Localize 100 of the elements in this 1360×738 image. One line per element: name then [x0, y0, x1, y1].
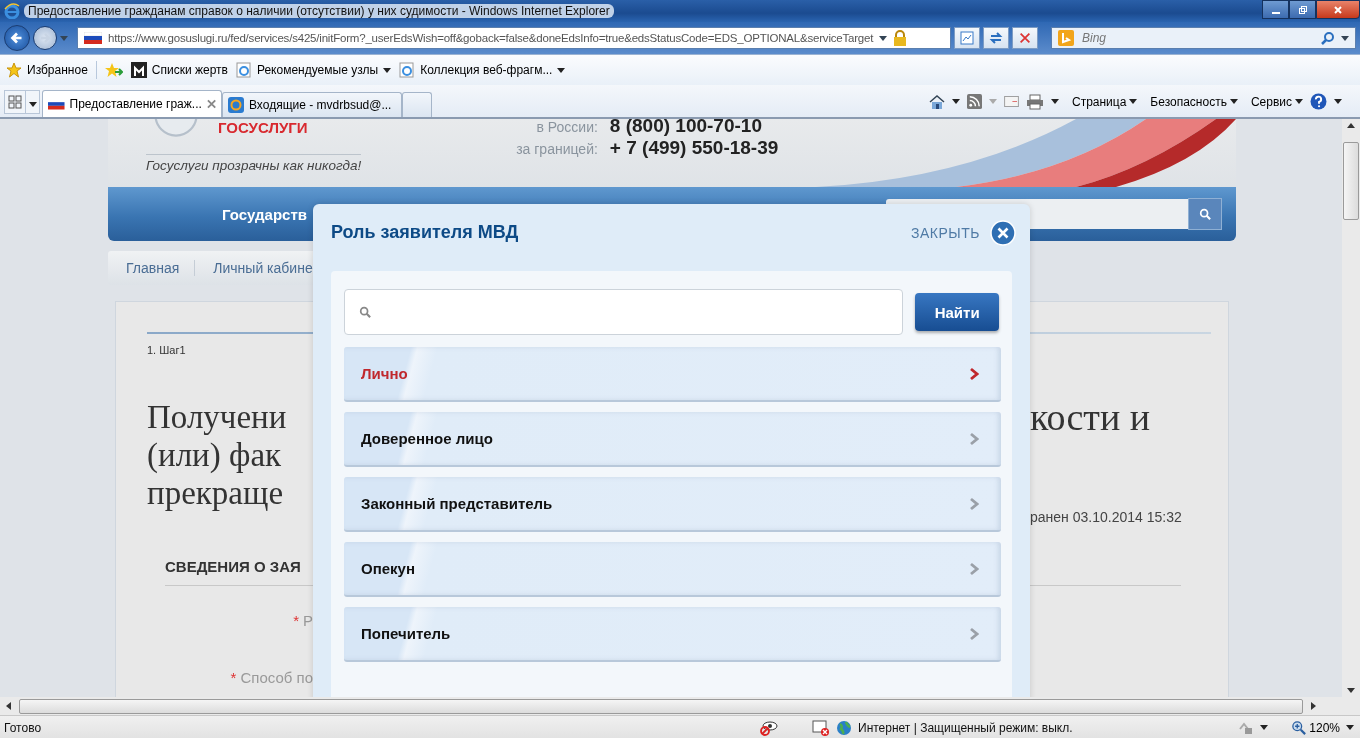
breadcrumb-link[interactable]: Главная: [108, 260, 196, 276]
step-label: 1. Шаг1: [147, 344, 187, 356]
search-icon[interactable]: [1321, 31, 1335, 45]
scroll-thumb[interactable]: [1343, 142, 1359, 220]
favorites-item[interactable]: Коллекция веб-фрагм...: [399, 62, 566, 78]
browser-logo-icon: [4, 3, 20, 19]
refresh-icon: [988, 30, 1004, 46]
printer-icon[interactable]: [1025, 93, 1044, 110]
caret-icon: [1295, 99, 1303, 104]
field-label: Способ по: [240, 669, 313, 686]
close-link[interactable]: ЗАКРЫТЬ: [911, 224, 980, 241]
refresh-button[interactable]: [983, 27, 1009, 49]
browser-tab[interactable]: Входящие - mvdrbsud@...: [222, 92, 402, 117]
role-option[interactable]: Попечитель: [344, 607, 1001, 662]
favorites-item[interactable]: Избранное: [6, 62, 88, 78]
home-icon[interactable]: [928, 93, 945, 110]
phone-number: + 7 (499) 550-18-39: [609, 137, 780, 159]
globe-icon: [836, 719, 852, 736]
chevron-icon: [969, 496, 979, 511]
role-option[interactable]: Опекун: [344, 542, 1001, 597]
required-mark: *: [293, 612, 299, 629]
role-option[interactable]: Законный представитель: [344, 477, 1001, 532]
caret-icon[interactable]: [951, 99, 960, 104]
required-mark: *: [230, 669, 237, 686]
browser-tab[interactable]: Предоставление граж...: [42, 90, 222, 117]
caret-icon[interactable]: [1346, 725, 1354, 730]
phone-label: в России:: [536, 119, 598, 135]
field-label: Р: [303, 612, 313, 629]
forward-button[interactable]: [33, 26, 57, 50]
search-icon: [359, 306, 371, 318]
caret-icon[interactable]: [1334, 99, 1342, 104]
search-field[interactable]: Bing: [1051, 27, 1356, 49]
find-button[interactable]: Найти: [915, 293, 999, 331]
caret-icon[interactable]: [879, 35, 888, 41]
back-button[interactable]: [4, 25, 30, 51]
url-text: https://www.gosuslugi.ru/fed/services/s425/initForm?_userEdsWish=off&goback=false&doneEdsInfo=true&edsStatusCode=EDS_OPTIONAL&serviceTarget: [108, 32, 874, 44]
chevron-icon: [969, 626, 979, 641]
window-title: Предоставление гражданам справок о наличии (отсутствии) у них судимости - Windows Internet Explorer: [24, 4, 614, 18]
chevron-icon: [969, 366, 979, 381]
help-icon[interactable]: [1310, 93, 1327, 110]
caret-icon: [383, 67, 392, 73]
flag-icon: [84, 32, 102, 44]
zoom-control[interactable]: 120%: [1292, 720, 1340, 735]
page-heading: прекраще: [147, 474, 285, 512]
vertical-scrollbar[interactable]: [1342, 119, 1360, 697]
favorites-item[interactable]: Рекомендуемые узлы: [235, 62, 392, 78]
page-heading: кости и: [1030, 398, 1151, 436]
star-icon: [6, 62, 22, 78]
scroll-down-icon[interactable]: [1347, 688, 1355, 693]
add-favorite-icon[interactable]: [104, 62, 123, 78]
caret-icon: [1129, 99, 1138, 104]
scroll-left-icon[interactable]: [6, 702, 11, 710]
nav-tab[interactable]: Государств: [222, 205, 307, 223]
command-menu[interactable]: Страница: [1071, 94, 1138, 109]
search-input[interactable]: Bing: [1080, 30, 1315, 46]
dialog-title: Роль заявителя МВД: [331, 222, 519, 243]
web-page-icon: [235, 62, 252, 78]
chevron-icon: [969, 431, 979, 446]
tagline: Госуслуги прозрачны как никогда!: [146, 154, 362, 173]
caret-icon: [28, 101, 37, 107]
saved-date: ранен 03.10.2014 15:32: [1030, 509, 1182, 525]
scroll-up-icon[interactable]: [1347, 123, 1355, 128]
bing-logo-icon: [1058, 30, 1074, 46]
feed-icon[interactable]: [966, 94, 982, 109]
mail-icon[interactable]: [1003, 96, 1019, 107]
security-zone[interactable]: Интернет | Защищенный режим: выкл.: [858, 720, 1073, 735]
scroll-right-icon[interactable]: [1311, 702, 1316, 710]
stop-button[interactable]: [1012, 27, 1038, 49]
tab-list-button[interactable]: [26, 90, 40, 114]
minimize-button[interactable]: [1262, 0, 1289, 19]
popup-blocked-icon[interactable]: [812, 719, 830, 736]
caret-icon: [1229, 99, 1238, 104]
caret-icon[interactable]: [1260, 725, 1269, 730]
horizontal-scrollbar[interactable]: [0, 697, 1360, 715]
compatibility-button[interactable]: [954, 27, 980, 49]
command-menu[interactable]: Безопасность: [1150, 94, 1238, 109]
favorites-item[interactable]: Списки жертв: [130, 62, 228, 78]
restore-button[interactable]: [1289, 0, 1316, 19]
close-icon[interactable]: [990, 219, 1016, 246]
search-icon: [1199, 208, 1211, 220]
phone-number: 8 (800) 100-70-10: [609, 119, 763, 137]
close-tab-icon[interactable]: [206, 99, 216, 109]
site-search-button[interactable]: [1188, 198, 1222, 230]
role-option[interactable]: Лично: [344, 347, 1001, 402]
command-menu[interactable]: Сервис: [1250, 94, 1303, 109]
caret-icon[interactable]: [1050, 99, 1059, 104]
chart-page-icon: [959, 30, 975, 46]
address-field[interactable]: https://www.gosuslugi.ru/fed/services/s425/initForm?_userEdsWish=off&goback=false&doneEdsInfo=true&edsStatusCode=EDS_OPTIONAL&serviceTarget: [77, 27, 951, 49]
phone-label: за границей:: [516, 141, 598, 157]
close-button[interactable]: [1316, 0, 1360, 19]
role-option[interactable]: Доверенное лицо: [344, 412, 1001, 467]
scroll-thumb[interactable]: [19, 698, 1303, 714]
chevron-icon: [969, 561, 979, 576]
site-logo[interactable]: ГОСУСЛУГИ: [218, 119, 308, 136]
status-text: Готово: [4, 720, 43, 735]
zoom-icon: [1292, 720, 1307, 735]
caret-icon[interactable]: [1341, 35, 1349, 41]
lock-icon[interactable]: [893, 30, 908, 46]
quick-tabs-button[interactable]: [4, 90, 26, 114]
privacy-eye-icon[interactable]: [760, 719, 778, 736]
